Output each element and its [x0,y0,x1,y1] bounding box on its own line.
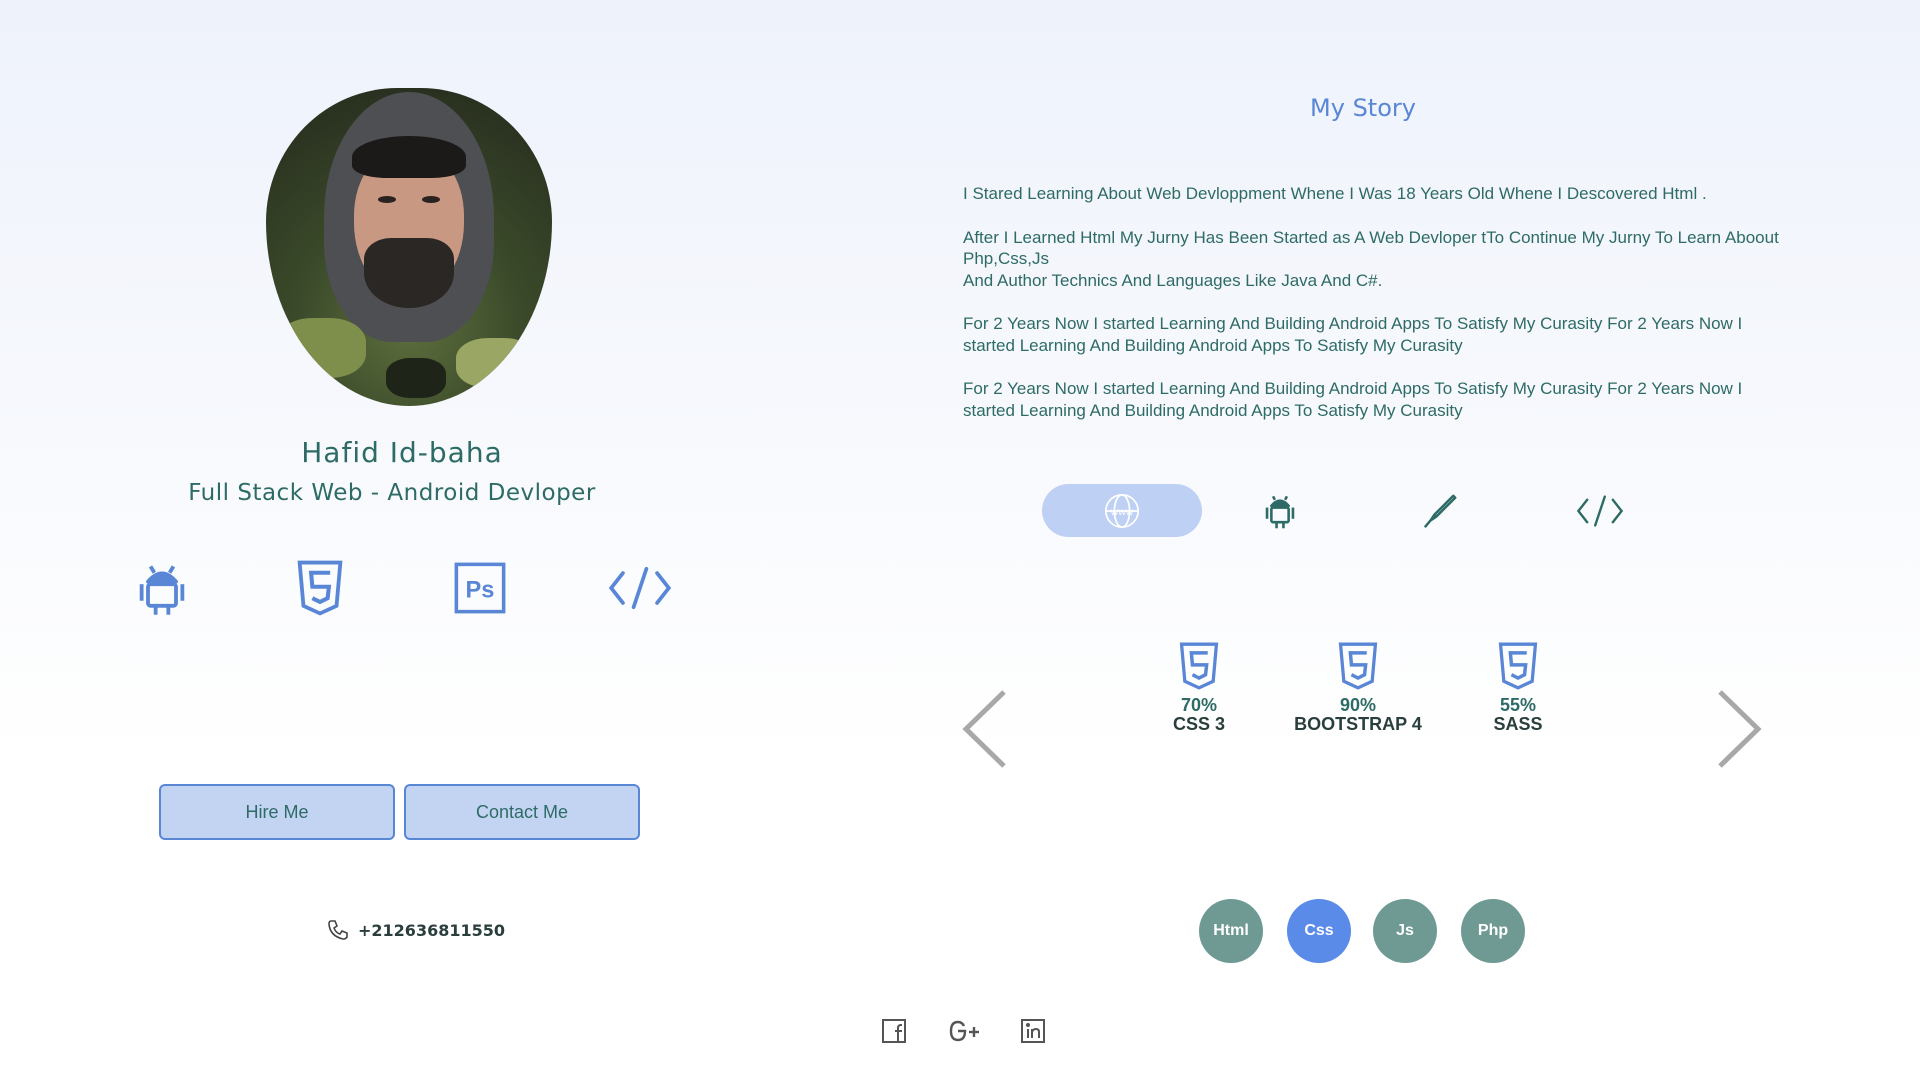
html5-icon [1496,642,1540,690]
contact-me-button[interactable]: Contact Me [404,784,640,840]
svg-text:www: www [1110,506,1134,517]
google-plus-icon[interactable] [948,1018,982,1044]
story-text: I Stared Learning About Web Devloppment … [963,183,1783,443]
phone-number: +212636811550 [358,920,505,940]
chevron-right-icon [1718,690,1762,768]
story-title: My Story [1310,94,1416,122]
linkedin-icon[interactable] [1020,1018,1046,1044]
profile-title: Full Stack Web - Android Devloper [188,480,596,506]
story-paragraph: For 2 Years Now I started Learning And B… [963,314,1743,355]
story-paragraph: After I Learned Html My Jurny Has Been S… [963,227,1779,290]
pager-dot-php[interactable]: Php [1461,899,1525,963]
svg-text:Ps: Ps [466,577,495,603]
tab-web[interactable]: www [1042,484,1202,537]
pager-dot-html[interactable]: Html [1199,899,1263,963]
skill-label: SASS [1493,714,1543,734]
android-icon [1265,495,1295,528]
carousel-prev-button[interactable] [960,688,1008,770]
pager-dot-css[interactable]: Css [1287,899,1351,963]
story-paragraph: For 2 Years Now I started Learning And B… [963,379,1743,420]
tab-design[interactable] [1360,484,1520,537]
chevron-left-icon [962,690,1006,768]
code-icon [608,560,672,616]
pen-icon [1423,494,1457,528]
html5-icon [294,560,346,616]
html5-icon [1336,642,1380,690]
tab-code[interactable] [1520,484,1680,537]
phone-contact[interactable]: +212636811550 [326,918,505,942]
skill-percent: 55% [1499,695,1537,715]
facebook-icon[interactable] [881,1018,907,1044]
profile-name: Hafid Id-baha [301,436,503,469]
html5-icon [1177,642,1221,690]
carousel-next-button[interactable] [1716,688,1764,770]
code-icon [1576,494,1624,527]
story-paragraph: I Stared Learning About Web Devloppment … [963,184,1707,203]
photoshop-icon: Ps [454,560,506,616]
www-globe-icon: www [1104,493,1140,528]
profile-photo [266,88,552,406]
android-icon [136,560,188,616]
hire-me-button[interactable]: Hire Me [159,784,395,840]
pager-dot-js[interactable]: Js [1373,899,1437,963]
skill-card: 55% SASS [1418,642,1618,734]
phone-icon [326,918,350,942]
tab-android[interactable] [1200,484,1360,537]
